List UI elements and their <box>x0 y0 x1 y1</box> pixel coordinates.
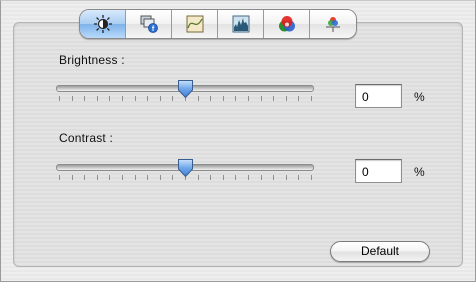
brightness-value-field[interactable]: 0 <box>355 84 402 108</box>
slider-tick <box>298 175 300 180</box>
slider-tick <box>210 175 212 180</box>
slider-tick <box>109 96 111 101</box>
slider-tick <box>71 175 73 180</box>
slider-tick <box>248 175 249 180</box>
slider-tick <box>84 175 86 180</box>
brightness-label: Brightness : <box>59 53 125 67</box>
slider-tick <box>260 96 262 101</box>
slider-tick <box>197 96 199 101</box>
tab-curves[interactable] <box>172 10 218 38</box>
slider-tick <box>96 175 98 180</box>
default-button[interactable]: Default <box>330 241 430 262</box>
tab-brightness-contrast[interactable] <box>80 10 126 38</box>
contrast-value-field[interactable]: 0 <box>355 159 402 183</box>
slider-tick <box>285 175 287 180</box>
slider-tick <box>298 96 300 101</box>
color-wheel-icon <box>278 16 295 32</box>
slider-tick <box>248 96 249 101</box>
color-balance-icon <box>326 17 340 32</box>
slider-tick <box>311 96 312 101</box>
slider-tick <box>260 175 262 180</box>
slider-tick <box>235 96 237 101</box>
slider-tick <box>222 175 224 180</box>
slider-tick <box>210 96 212 101</box>
contrast-unit: % <box>414 165 425 179</box>
contrast-slider-thumb[interactable] <box>177 158 194 178</box>
slider-tick <box>109 175 111 180</box>
slider-tick <box>134 175 136 180</box>
curve-icon <box>186 15 203 33</box>
slider-tick <box>222 96 224 101</box>
slider-tick <box>84 96 86 101</box>
slider-tick <box>273 96 275 101</box>
slider-tick <box>71 96 73 101</box>
slider-tick <box>172 175 174 180</box>
slider-tick <box>172 96 174 101</box>
slider-tick <box>134 96 136 101</box>
slider-tick <box>311 175 312 180</box>
histogram-icon <box>232 15 249 33</box>
slider-tick <box>159 175 161 180</box>
adjustment-tabs: f <box>79 9 357 39</box>
tab-overlay[interactable]: f <box>126 10 172 38</box>
slider-tick <box>96 96 98 101</box>
slider-tick <box>285 96 287 101</box>
brightness-slider-thumb[interactable] <box>177 79 194 99</box>
brightness-slider[interactable] <box>56 79 314 109</box>
slider-tick <box>197 175 199 180</box>
contrast-slider[interactable] <box>56 158 314 188</box>
slider-tick <box>235 175 237 180</box>
tab-histogram[interactable] <box>218 10 264 38</box>
slider-tick <box>59 175 60 180</box>
slider-tick <box>122 96 123 101</box>
slider-tick <box>273 175 275 180</box>
tab-color-balance[interactable] <box>310 10 356 38</box>
slider-tick <box>147 175 149 180</box>
slider-tick <box>147 96 149 101</box>
brightness-contrast-icon <box>93 15 112 33</box>
slider-tick <box>159 96 161 101</box>
brightness-unit: % <box>414 90 425 104</box>
slider-tick <box>59 96 60 101</box>
contrast-label: Contrast : <box>59 131 114 145</box>
overlay-icon: f <box>140 15 158 33</box>
slider-tick <box>122 175 123 180</box>
tab-color-wheel[interactable] <box>264 10 310 38</box>
